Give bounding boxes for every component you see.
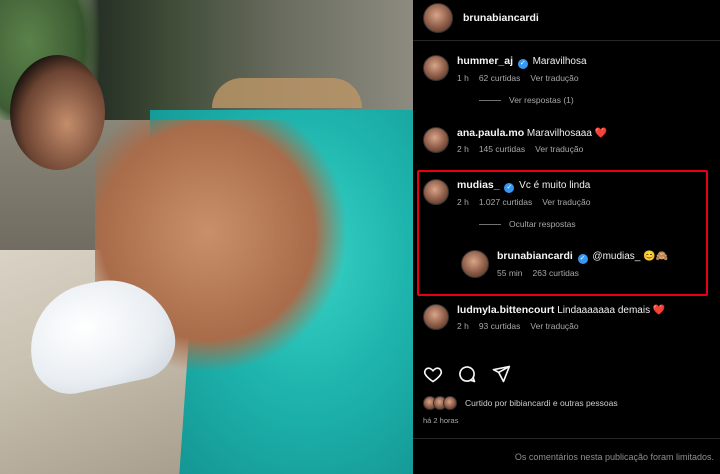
translate-link[interactable]: Ver tradução (535, 144, 583, 154)
post-time: há 2 horas (423, 416, 459, 425)
commenter-avatar[interactable] (423, 55, 449, 81)
photo-person-head (10, 55, 105, 170)
comment-likes[interactable]: 62 curtidas (479, 73, 521, 83)
comment-item: ana.paula.mo Maravilhosaaa ❤️ 2 h 145 cu… (423, 127, 607, 154)
view-replies-label[interactable]: Ver respostas (1) (509, 95, 574, 105)
comment-item: ludmyla.bittencourt Lindaaaaaaa demais ❤… (423, 304, 665, 331)
comment-emoji: ❤️ (652, 305, 666, 316)
likes-summary[interactable]: Curtido por bibiancardi e outras pessoas (423, 396, 618, 410)
likes-summary-text[interactable]: Curtido por bibiancardi e outras pessoas (465, 398, 618, 408)
comment-icon[interactable] (457, 364, 477, 384)
view-replies[interactable]: Ver respostas (1) (479, 95, 587, 105)
share-icon[interactable] (491, 364, 511, 384)
comment-likes[interactable]: 93 curtidas (479, 321, 521, 331)
author-avatar[interactable] (423, 3, 453, 33)
post-actions (423, 364, 511, 384)
commenter-username[interactable]: hummer_aj (457, 55, 513, 67)
comment-meta: 1 h 62 curtidas Ver tradução (457, 73, 587, 83)
comment-time: 1 h (457, 73, 469, 83)
comment-time: 2 h (457, 321, 469, 331)
comment-emoji: ❤️ (594, 128, 608, 139)
commenter-avatar[interactable] (423, 127, 449, 153)
comment-meta: 2 h 145 curtidas Ver tradução (457, 144, 607, 154)
heart-icon[interactable] (423, 364, 443, 384)
header-divider (413, 40, 720, 41)
post-photo[interactable] (0, 0, 413, 474)
liker-avatars (423, 396, 457, 410)
verified-badge-icon: ✓ (517, 59, 528, 69)
photo-bridge (212, 78, 362, 108)
translate-link[interactable]: Ver tradução (530, 73, 578, 83)
commenter-username[interactable]: ludmyla.bittencourt (457, 304, 554, 316)
commenter-avatar[interactable] (423, 304, 449, 330)
translate-link[interactable]: Ver tradução (530, 321, 578, 331)
commenter-username[interactable]: ana.paula.mo (457, 127, 524, 139)
comment-item: hummer_aj ✓ Maravilhosa 1 h 62 curtidas … (423, 55, 587, 105)
replies-dash (479, 99, 501, 101)
comment-text: Lindaaaaaaa demais (557, 305, 651, 316)
comment-text: Maravilhosaaa (526, 128, 592, 139)
post-header: brunabiancardi (423, 3, 539, 33)
comment-likes[interactable]: 145 curtidas (479, 144, 525, 154)
comments-limited-notice: Os comentários nesta publicação foram li… (514, 452, 714, 462)
liker-avatar (443, 396, 457, 410)
comment-meta: 2 h 93 curtidas Ver tradução (457, 321, 665, 331)
comment-text: Maravilhosa (532, 56, 587, 67)
highlight-box (417, 170, 708, 296)
footer-divider (413, 438, 720, 439)
comment-time: 2 h (457, 144, 469, 154)
author-username[interactable]: brunabiancardi (463, 12, 539, 24)
